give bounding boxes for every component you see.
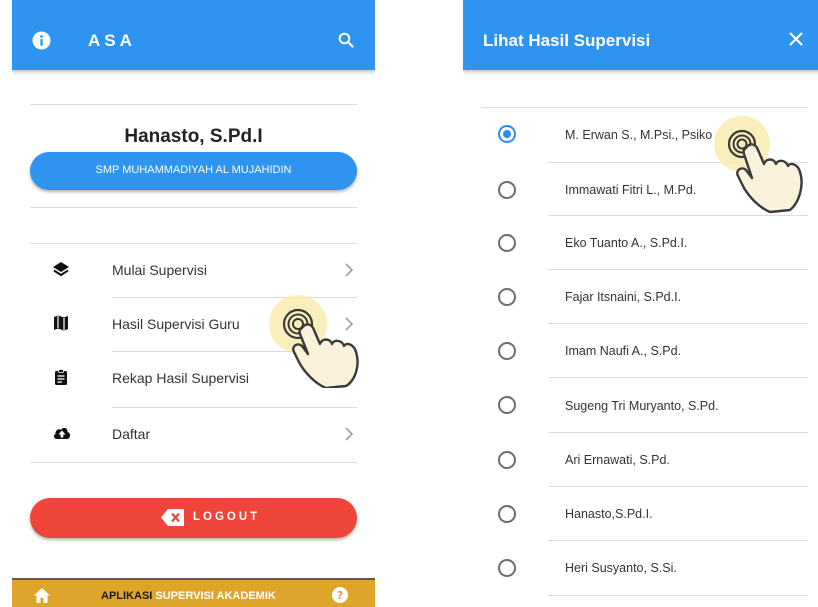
app-title: ASA (88, 31, 136, 50)
teacher-option[interactable]: Sugeng Tri Muryanto, S.Pd. (481, 377, 808, 431)
logout-label: LOGOUT (193, 511, 261, 523)
menu-item-label: Hasil Supervisi Guru (112, 316, 240, 332)
radio-button[interactable] (498, 234, 516, 252)
teacher-name: Immawati Fitri L., M.Pd. (565, 183, 697, 197)
dialog-header: Lihat Hasil Supervisi (463, 0, 818, 70)
teacher-option[interactable]: Imam Naufi A., S.Pd. (481, 323, 808, 377)
menu-item-label: Rekap Hasil Supervisi (112, 370, 249, 386)
teacher-option[interactable]: Heri Susyanto, S.Si. (481, 540, 808, 594)
teacher-name: Hanasto,S.Pd.I. (565, 507, 653, 521)
radio-button[interactable] (498, 342, 516, 360)
teacher-select-screen: Lihat Hasil Supervisi M. Erwan S., M.Psi… (463, 0, 818, 607)
bottom-bar-title-part1: APLIKASI (101, 590, 153, 602)
bottom-bar-title-part2: SUPERVISI AKADEMIK (155, 590, 276, 602)
divider (30, 207, 357, 208)
main-menu-screen: ASA Hanasto, S.Pd.I SMP MUHAMMADIYAH AL … (12, 0, 375, 607)
tap-hand-icon (266, 294, 375, 393)
bottom-bar-title: APLIKASI SUPERVISI AKADEMIK (101, 590, 276, 602)
chevron-right-icon (344, 263, 354, 282)
teacher-name: Ari Ernawati, S.Pd. (565, 453, 670, 467)
radio-button[interactable] (498, 288, 516, 306)
search-icon[interactable] (338, 32, 354, 53)
home-icon[interactable] (34, 588, 50, 607)
school-button[interactable]: SMP MUHAMMADIYAH AL MUJAHIDIN (30, 152, 357, 190)
logout-icon (161, 509, 185, 531)
radio-button[interactable] (498, 451, 516, 469)
help-icon[interactable]: ? (332, 587, 348, 607)
info-icon[interactable] (32, 31, 51, 55)
bottom-bar: APLIKASI SUPERVISI AKADEMIK ? (12, 578, 375, 607)
teacher-option[interactable]: Ari Ernawati, S.Pd. (481, 432, 808, 486)
map-icon (52, 314, 70, 332)
profile-name: Hanasto, S.Pd.I (124, 126, 263, 147)
logout-button[interactable]: LOGOUT (30, 498, 357, 538)
teacher-name: Fajar Itsnaini, S.Pd.I. (565, 290, 682, 304)
cloud-upload-icon (52, 424, 71, 442)
menu-item-label: Mulai Supervisi (112, 262, 207, 278)
radio-button[interactable] (498, 396, 516, 414)
divider (30, 462, 357, 463)
layers-icon (52, 261, 70, 279)
teacher-option[interactable]: Hanasto,S.Pd.I. (481, 486, 808, 540)
tap-hand-icon (710, 114, 818, 223)
menu-item-label: Daftar (112, 426, 151, 442)
clipboard-icon (52, 368, 70, 386)
teacher-option[interactable]: Fajar Itsnaini, S.Pd.I. (481, 269, 808, 323)
radio-button[interactable] (498, 181, 516, 199)
school-button-label: SMP MUHAMMADIYAH AL MUJAHIDIN (95, 164, 292, 176)
divider (30, 104, 357, 105)
teacher-name: M. Erwan S., M.Psi., Psiko (565, 128, 713, 142)
close-icon[interactable] (789, 32, 803, 51)
menu-item-mulai-supervisi[interactable]: Mulai Supervisi (30, 243, 360, 297)
teacher-name: Heri Susyanto, S.Si. (565, 561, 677, 575)
teacher-name: Sugeng Tri Muryanto, S.Pd. (565, 399, 719, 413)
radio-button[interactable] (498, 505, 516, 523)
radio-button[interactable] (498, 125, 516, 143)
teacher-option[interactable]: Eko Tuanto A., S.Pd.I. (481, 215, 808, 269)
svg-text:?: ? (337, 589, 343, 602)
dialog-title: Lihat Hasil Supervisi (483, 31, 651, 50)
chevron-right-icon (344, 427, 354, 446)
teacher-name: Eko Tuanto A., S.Pd.I. (565, 236, 688, 250)
divider (548, 595, 808, 596)
app-bar: ASA (12, 0, 375, 70)
menu-item-daftar[interactable]: Daftar (30, 407, 360, 461)
teacher-name: Imam Naufi A., S.Pd. (565, 344, 682, 358)
radio-button[interactable] (498, 559, 516, 577)
